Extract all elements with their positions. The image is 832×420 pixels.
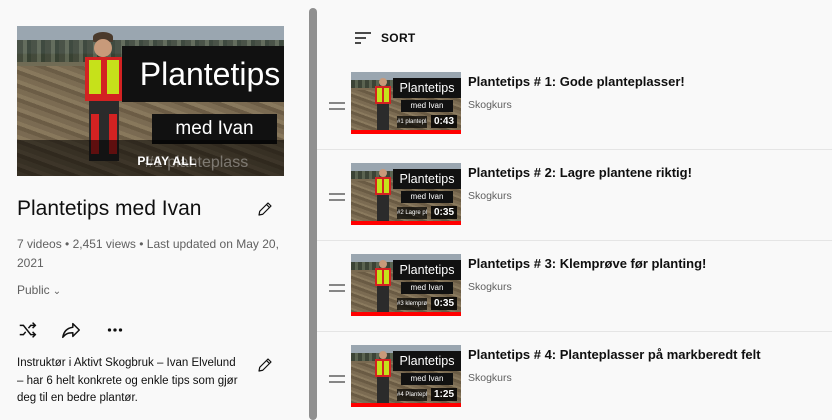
shuffle-icon[interactable] [17, 319, 39, 341]
thumb-person-image [373, 349, 393, 405]
watch-progress-bar [351, 130, 461, 134]
playlist-sidebar: Plantetips med Ivan #1 planteplass PLAY … [0, 0, 310, 420]
watch-progress-bar [351, 403, 461, 407]
video-duration: 0:43 [430, 115, 457, 128]
drag-handle-icon[interactable] [328, 191, 346, 203]
divider [317, 331, 832, 332]
playlist-title: Plantetips med Ivan [17, 197, 202, 220]
hero-title: Plantetips [139, 56, 281, 92]
divider [317, 240, 832, 241]
video-thumbnail[interactable]: Plantetips med Ivan #3 klemprøve 0:35 [351, 254, 461, 316]
pencil-icon[interactable] [256, 356, 274, 374]
share-icon[interactable] [60, 319, 82, 341]
thumb-tag: #3 klemprøve [397, 298, 427, 310]
playlist-description: Instruktør i Aktivt Skogbruk – Ivan Elve… [17, 357, 238, 404]
thumb-tag: #4 Planteplasser [397, 389, 427, 401]
video-title[interactable]: Plantetips # 4: Planteplasser på markber… [468, 347, 823, 362]
sort-label: SORT [381, 31, 416, 45]
thumb-title: Plantetips [399, 172, 455, 186]
video-channel[interactable]: Skogkurs [468, 99, 512, 111]
drag-handle-icon[interactable] [328, 282, 346, 294]
privacy-dropdown[interactable]: Public ⌄ [17, 283, 61, 297]
thumb-subtitle: med Ivan [410, 101, 444, 110]
thumb-title: Plantetips [399, 81, 455, 95]
thumb-person-image [373, 167, 393, 223]
video-duration: 0:35 [430, 297, 457, 310]
divider [317, 149, 832, 150]
play-all-button[interactable]: PLAY ALL [17, 150, 284, 172]
video-list-panel: SORT Plantetips med Ivan #1 planteplass … [317, 0, 832, 420]
watch-progress-bar [351, 312, 461, 316]
playlist-hero-thumbnail[interactable]: Plantetips med Ivan #1 planteplass PLAY … [17, 26, 284, 176]
video-thumbnail[interactable]: Plantetips med Ivan #4 Planteplasser 1:2… [351, 345, 461, 407]
thumb-subtitle: med Ivan [410, 192, 444, 201]
playlist-video-item[interactable]: Plantetips med Ivan #2 Lagre plantene 0:… [317, 163, 832, 241]
thumb-subtitle: med Ivan [410, 283, 444, 292]
thumb-tag: #2 Lagre plantene [397, 207, 427, 219]
playlist-video-item[interactable]: Plantetips med Ivan #3 klemprøve 0:35 Pl… [317, 254, 832, 332]
pencil-icon[interactable] [256, 200, 274, 218]
watch-progress-bar [351, 221, 461, 225]
video-title[interactable]: Plantetips # 2: Lagre plantene riktig! [468, 165, 823, 180]
chevron-down-icon: ⌄ [52, 286, 62, 297]
video-duration: 0:35 [430, 206, 457, 219]
drag-handle-icon[interactable] [328, 373, 346, 385]
playlist-video-item[interactable]: Plantetips med Ivan #4 Planteplasser 1:2… [317, 345, 832, 420]
video-channel[interactable]: Skogkurs [468, 281, 512, 293]
more-horizontal-icon[interactable] [104, 319, 126, 341]
video-thumbnail[interactable]: Plantetips med Ivan #1 planteplass 0:43 [351, 72, 461, 134]
playlist-meta: 7 videos • 2,451 views • Last updated on… [17, 237, 279, 270]
scrollbar[interactable] [309, 8, 317, 420]
video-title[interactable]: Plantetips # 3: Klemprøve før planting! [468, 256, 823, 271]
privacy-label: Public [17, 283, 50, 297]
thumb-title: Plantetips [399, 354, 455, 368]
thumb-person-image [373, 258, 393, 314]
video-thumbnail[interactable]: Plantetips med Ivan #2 Lagre plantene 0:… [351, 163, 461, 225]
video-channel[interactable]: Skogkurs [468, 190, 512, 202]
drag-handle-icon[interactable] [328, 100, 346, 112]
thumb-title: Plantetips [399, 263, 455, 277]
thumb-person-image [373, 76, 393, 132]
video-channel[interactable]: Skogkurs [468, 372, 512, 384]
thumb-subtitle: med Ivan [410, 374, 444, 383]
playlist-video-item[interactable]: Plantetips med Ivan #1 planteplass 0:43 … [317, 72, 832, 150]
video-duration: 1:25 [430, 388, 457, 401]
video-title[interactable]: Plantetips # 1: Gode planteplasser! [468, 74, 823, 89]
sort-icon [355, 32, 371, 44]
thumb-tag: #1 planteplass [397, 116, 427, 128]
